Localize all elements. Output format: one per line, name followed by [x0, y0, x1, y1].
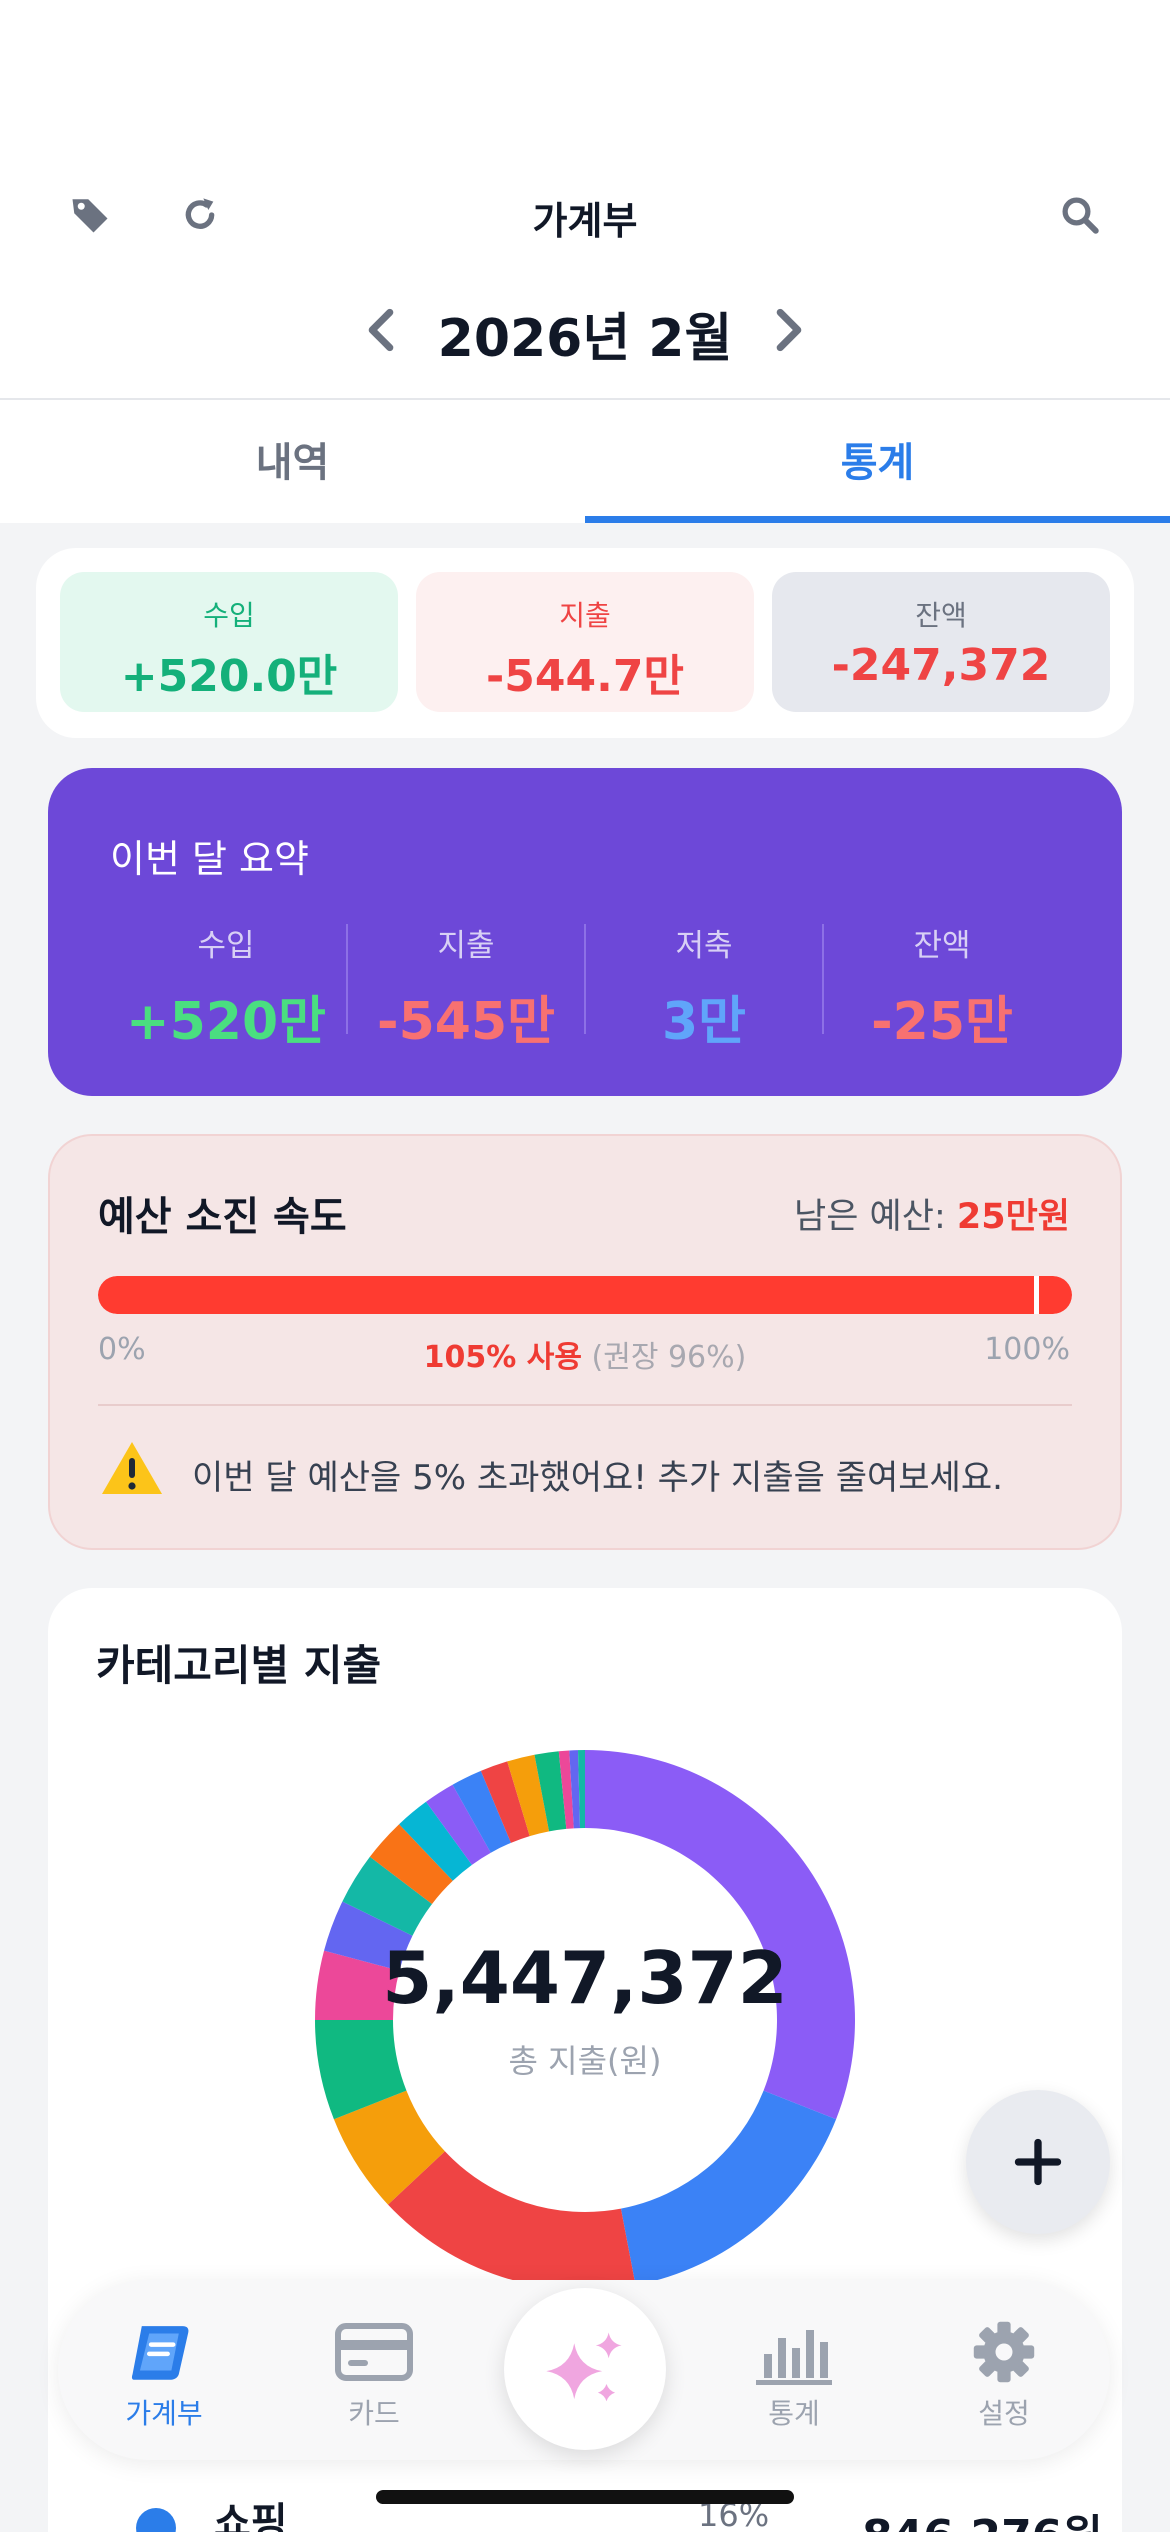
summary-balance-value: -25만: [871, 992, 1013, 1052]
nav-settings[interactable]: 설정: [914, 2318, 1094, 2432]
plus-icon: [1014, 2138, 1062, 2186]
budget-remaining: 남은 예산: 25만원: [794, 1188, 1070, 1239]
ai-assistant-button[interactable]: [504, 2288, 666, 2450]
budget-used-text: 105% 사용: [423, 1340, 582, 1375]
income-chip: 수입 +520.0만: [60, 572, 398, 712]
scale-max: 100%: [984, 1332, 1070, 1367]
summary-saving-label: 저축: [675, 928, 733, 964]
expense-chip: 지출 -544.7만: [416, 572, 754, 712]
monthly-summary-title: 이번 달 요약: [110, 837, 309, 881]
expense-chip-label: 지출: [559, 599, 611, 632]
header-divider: [0, 398, 1170, 400]
budget-remaining-value: 25만원: [956, 1197, 1070, 1237]
budget-progress-fill: [98, 1276, 1072, 1314]
category-donut-chart: [315, 1750, 855, 2290]
category-name: 쇼핑: [214, 2500, 288, 2532]
total-expense-value: 5,447,372: [382, 1936, 788, 2020]
nav-ledger-label: 가계부: [125, 2397, 203, 2430]
home-indicator: [376, 2490, 794, 2504]
budget-warning-text: 이번 달 예산을 5% 초과했어요! 추가 지출을 줄여보세요.: [192, 1458, 1003, 1498]
nav-ledger[interactable]: 가계부: [74, 2318, 254, 2432]
tab-statistics[interactable]: 통계: [585, 430, 1170, 488]
chevron-right-icon: [776, 308, 802, 352]
search-button[interactable]: [1050, 190, 1110, 240]
nav-statistics-label: 통계: [768, 2397, 820, 2430]
donut-slice-2: [620, 2090, 837, 2286]
budget-remaining-label: 남은 예산:: [794, 1197, 946, 1237]
summary-saving-value: 3만: [661, 992, 747, 1052]
next-month-button[interactable]: [764, 300, 814, 360]
total-expense-label: 총 지출(원): [508, 2042, 662, 2080]
summary-expense-value: -545만: [377, 992, 555, 1052]
budget-progress-track: [98, 1276, 1072, 1314]
nav-card-label: 카드: [348, 2397, 400, 2430]
budget-title: 예산 소진 속도: [98, 1194, 347, 1240]
summary-saving: 저축 3만: [586, 920, 822, 1054]
donut-slice-3: [387, 2151, 636, 2290]
nav-statistics[interactable]: 통계: [704, 2318, 884, 2432]
budget-recommended-text: (권장 96%): [591, 1340, 747, 1375]
card-icon: [335, 2323, 413, 2381]
nav-card[interactable]: 카드: [284, 2318, 464, 2432]
income-chip-label: 수입: [203, 599, 255, 632]
balance-chip-value: -247,372: [831, 640, 1051, 691]
income-chip-value: +520.0만: [120, 651, 338, 702]
book-icon: [131, 2326, 189, 2380]
balance-chip-label: 잔액: [915, 599, 967, 632]
active-tab-indicator: [585, 516, 1170, 523]
warning-icon: [102, 1442, 162, 1494]
add-transaction-button[interactable]: [966, 2090, 1110, 2234]
balance-chip: 잔액 -247,372: [772, 572, 1110, 712]
app-title: 가계부: [532, 199, 638, 243]
tab-history[interactable]: 내역: [0, 430, 585, 488]
gear-icon: [973, 2321, 1035, 2383]
expense-chip-value: -544.7만: [486, 651, 684, 702]
category-amount: 846,276원: [862, 2500, 1103, 2532]
category-chart-title: 카테고리별 지출: [96, 1641, 382, 1690]
summary-expense: 지출 -545만: [348, 920, 584, 1054]
month-title: 2026년 2월: [437, 309, 733, 369]
search-icon: [1062, 197, 1099, 234]
bar-chart-icon: [756, 2330, 832, 2385]
summary-expense-label: 지출: [437, 928, 495, 964]
summary-income-label: 수입: [197, 928, 255, 964]
nav-settings-label: 설정: [978, 2397, 1030, 2430]
summary-balance: 잔액 -25만: [824, 920, 1060, 1054]
summary-income-value: +520만: [126, 992, 326, 1052]
recommended-marker: [1034, 1276, 1039, 1314]
sparkles-icon: [546, 2332, 622, 2402]
budget-divider: [98, 1404, 1072, 1406]
summary-income: 수입 +520만: [108, 920, 344, 1054]
summary-balance-label: 잔액: [913, 928, 971, 964]
